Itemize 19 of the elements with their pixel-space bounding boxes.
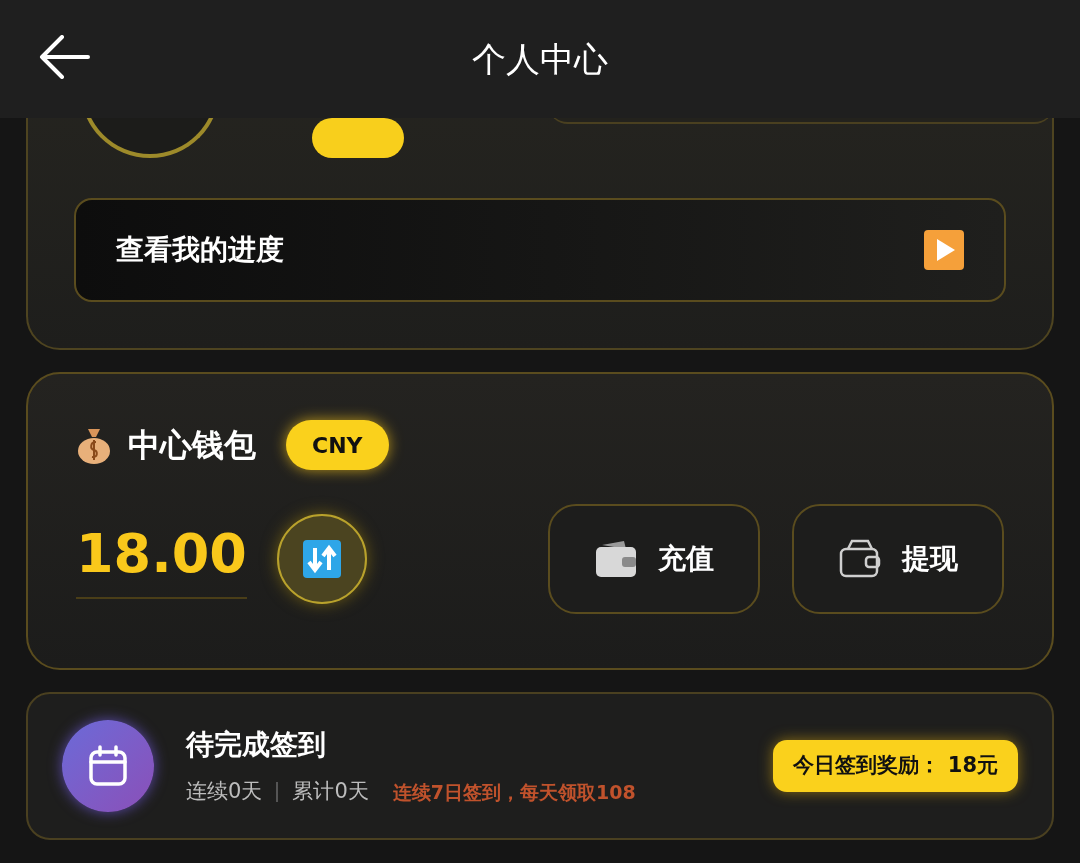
refresh-icon [302,540,341,578]
reward-badge: 今日签到奖励： 18元 [773,740,1018,792]
checkin-title: 待完成签到 [186,727,327,764]
streak-days: 连续0天 [186,776,263,808]
play-icon [924,230,964,270]
total-days: 累计0天 [292,776,369,808]
refresh-button[interactable] [276,514,367,604]
wallet-action-button[interactable]: 提现 [792,504,1004,614]
wallet-action-button[interactable]: 充值 [548,504,760,614]
wallet-title: 中心钱包 [128,425,256,466]
promo-text: 连续7日签到，每天领取108 [392,779,636,805]
back-arrow-icon [38,35,90,79]
wallet-icon [594,539,638,579]
currency-badge: CNY [286,420,389,470]
progress-button[interactable]: 查看我的进度 [74,198,1006,302]
page-title: 个人中心 [472,37,608,81]
wallet-outline-icon [838,539,882,579]
balance-amount: 18.00 [76,519,247,599]
calendar-icon [88,745,128,787]
